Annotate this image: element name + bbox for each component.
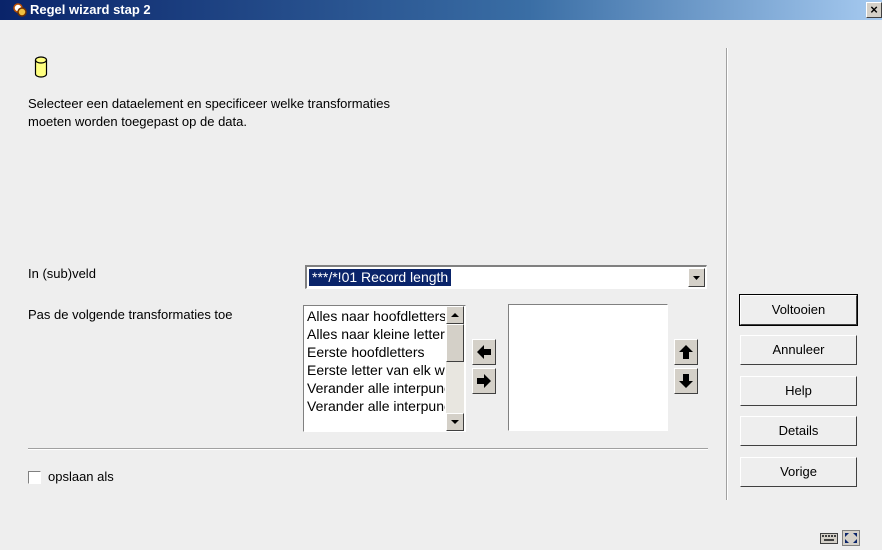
save-as-checkbox[interactable]: [28, 471, 41, 484]
arrow-left-icon: [477, 345, 491, 359]
instruction-text: Selecteer een dataelement en specificeer…: [28, 95, 548, 131]
details-button[interactable]: Details: [740, 416, 857, 446]
vertical-divider: [726, 48, 728, 500]
help-button[interactable]: Help: [740, 376, 857, 406]
move-up-button[interactable]: [674, 339, 698, 365]
previous-button-label: Vorige: [780, 464, 817, 479]
previous-button[interactable]: Vorige: [740, 457, 857, 487]
cancel-button[interactable]: Annuleer: [740, 335, 857, 365]
subfield-dropdown-button[interactable]: [688, 268, 705, 287]
database-icon: [34, 56, 48, 78]
move-right-button[interactable]: [472, 368, 496, 394]
list-item[interactable]: Eerste hoofdletters: [307, 343, 445, 361]
finish-button-label: Voltooien: [771, 302, 826, 317]
chevron-down-icon: [693, 276, 700, 280]
scroll-up-button[interactable]: [446, 306, 464, 324]
cancel-button-label: Annuleer: [772, 342, 825, 357]
chevron-up-icon: [451, 313, 459, 317]
save-as-label: opslaan als: [48, 469, 114, 484]
subfield-selected-value: ***/*!01 Record length: [309, 269, 452, 286]
transforms-label: Pas de volgende transformaties toe: [28, 307, 233, 322]
fullscreen-icon[interactable]: [842, 530, 860, 546]
chevron-down-icon: [451, 420, 459, 424]
help-button-label: Help: [785, 383, 812, 398]
list-item[interactable]: Eerste letter van elk woord: [307, 361, 445, 379]
instruction-line-1: Selecteer een dataelement en specificeer…: [28, 96, 391, 111]
list-item[interactable]: Alles naar hoofdletters: [307, 307, 445, 325]
move-left-button[interactable]: [472, 339, 496, 365]
list-scrollbar[interactable]: [446, 306, 464, 431]
instruction-line-2: moeten worden toegepast op de data.: [28, 114, 247, 129]
close-button[interactable]: ×: [866, 2, 882, 18]
transforms-source-list[interactable]: Alles naar hoofdletters Alles naar klein…: [303, 305, 466, 432]
app-icon: [13, 3, 27, 17]
horizontal-divider: [28, 448, 708, 450]
title-bar: Regel wizard stap 2 ×: [0, 0, 882, 20]
subfield-label: In (sub)veld: [28, 266, 96, 281]
arrow-up-icon: [679, 345, 693, 359]
scroll-thumb[interactable]: [446, 324, 464, 362]
list-item[interactable]: Alles naar kleine letters: [307, 325, 445, 343]
details-button-label: Details: [778, 423, 819, 438]
finish-button[interactable]: Voltooien: [739, 294, 858, 326]
keyboard-icon[interactable]: [820, 531, 838, 545]
subfield-select[interactable]: ***/*!01 Record length: [305, 265, 707, 289]
transforms-selected-list[interactable]: [508, 304, 668, 431]
list-item[interactable]: Verander alle interpunctie: [307, 379, 445, 397]
arrow-right-icon: [477, 374, 491, 388]
window-title: Regel wizard stap 2: [30, 2, 151, 17]
scroll-down-button[interactable]: [446, 413, 464, 431]
arrow-down-icon: [679, 374, 693, 388]
move-down-button[interactable]: [674, 368, 698, 394]
list-item[interactable]: Verander alle interpunctie: [307, 397, 445, 415]
